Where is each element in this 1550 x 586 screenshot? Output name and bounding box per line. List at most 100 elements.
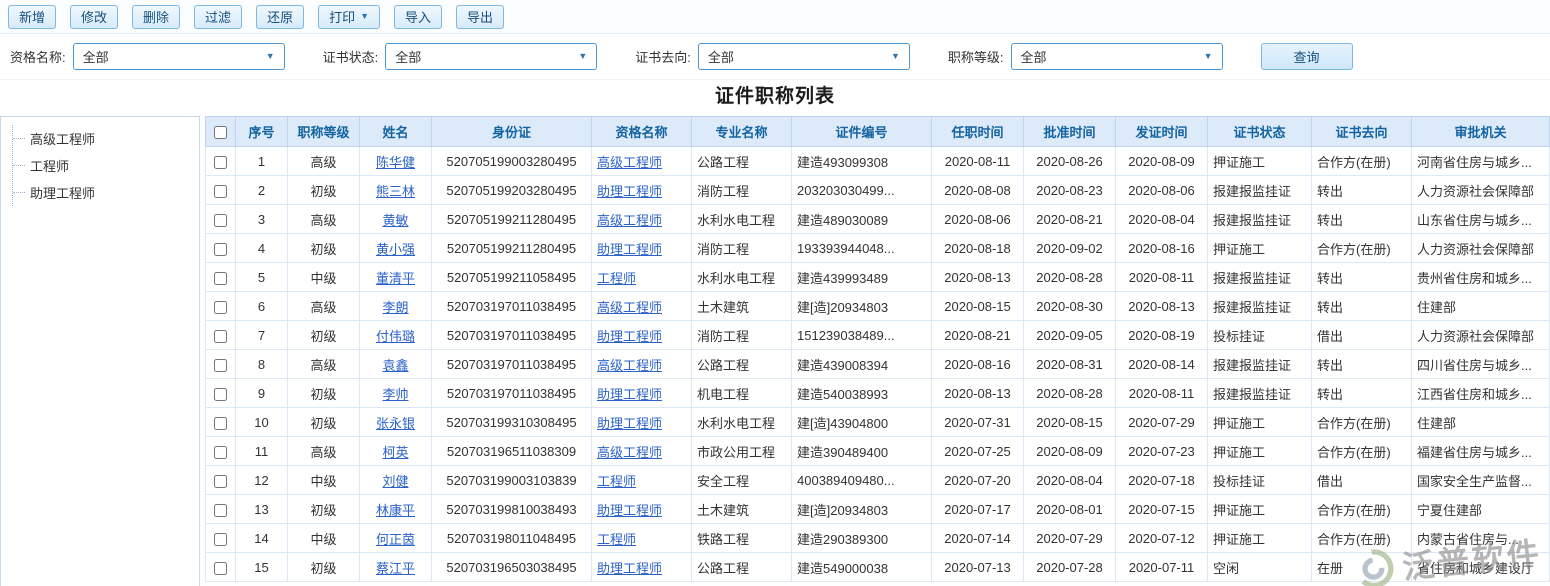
name-link[interactable]: 李帅 (382, 387, 408, 402)
row-checkbox[interactable] (214, 562, 227, 575)
cell-cert-direction: 合作方(在册) (1312, 147, 1412, 176)
cell-approval-authority: 内蒙古省住房与... (1412, 524, 1550, 553)
cell-approval-authority: 四川省住房与城乡... (1412, 350, 1550, 379)
cell-approval-date: 2020-07-29 (1024, 524, 1116, 553)
row-checkbox[interactable] (214, 156, 227, 169)
cell-qualification-name: 高级工程师 (592, 147, 692, 176)
qualification-link[interactable]: 助理工程师 (597, 503, 662, 518)
column-header-specialty-name[interactable]: 专业名称 (692, 117, 792, 147)
qualification-link[interactable]: 工程师 (597, 271, 636, 286)
qualification-link[interactable]: 高级工程师 (597, 213, 662, 228)
name-link[interactable]: 熊三林 (376, 184, 415, 199)
qualification-link[interactable]: 助理工程师 (597, 387, 662, 402)
name-link[interactable]: 刘健 (382, 474, 408, 489)
qualification-link[interactable]: 助理工程师 (597, 561, 662, 576)
column-header-issue-date[interactable]: 发证时间 (1116, 117, 1208, 147)
name-link[interactable]: 林康平 (376, 503, 415, 518)
qualification-select[interactable]: 全部 ▼ (73, 43, 285, 70)
name-link[interactable]: 袁鑫 (382, 358, 408, 373)
column-header-qualification-name[interactable]: 资格名称 (592, 117, 692, 147)
cell-employment-date: 2020-08-18 (932, 234, 1024, 263)
row-checkbox[interactable] (214, 272, 227, 285)
name-link[interactable]: 李朗 (382, 300, 408, 315)
cell-issue-date: 2020-08-16 (1116, 234, 1208, 263)
column-header-index[interactable]: 序号 (236, 117, 288, 147)
add-button[interactable]: 新增 (8, 5, 56, 29)
cell-approval-date: 2020-08-28 (1024, 263, 1116, 292)
name-link[interactable]: 付伟璐 (376, 329, 415, 344)
row-checkbox[interactable] (214, 533, 227, 546)
import-button[interactable]: 导入 (394, 5, 442, 29)
column-header-employment-date[interactable]: 任职时间 (932, 117, 1024, 147)
name-link[interactable]: 何正茵 (376, 532, 415, 547)
row-checkbox[interactable] (214, 330, 227, 343)
row-checkbox[interactable] (214, 417, 227, 430)
cell-id-card: 520703196503038495 (432, 553, 592, 582)
column-header-approval-date[interactable]: 批准时间 (1024, 117, 1116, 147)
row-checkbox[interactable] (214, 475, 227, 488)
column-header-id-card[interactable]: 身份证 (432, 117, 592, 147)
name-link[interactable]: 张永银 (376, 416, 415, 431)
select-all-checkbox[interactable] (214, 126, 227, 139)
name-link[interactable]: 陈华健 (376, 155, 415, 170)
name-link[interactable]: 董清平 (376, 271, 415, 286)
filter-button[interactable]: 过滤 (194, 5, 242, 29)
column-header-name[interactable]: 姓名 (360, 117, 432, 147)
name-link[interactable]: 蔡江平 (376, 561, 415, 576)
cell-approval-date: 2020-07-28 (1024, 553, 1116, 582)
column-header-approval-authority[interactable]: 审批机关 (1412, 117, 1550, 147)
row-checkbox[interactable] (214, 214, 227, 227)
row-checkbox[interactable] (214, 301, 227, 314)
qualification-link[interactable]: 高级工程师 (597, 155, 662, 170)
name-link[interactable]: 柯英 (382, 445, 408, 460)
edit-button[interactable]: 修改 (70, 5, 118, 29)
title-level-select[interactable]: 全部 ▼ (1011, 43, 1223, 70)
qualification-link[interactable]: 工程师 (597, 532, 636, 547)
delete-button[interactable]: 删除 (132, 5, 180, 29)
column-header-cert-direction[interactable]: 证书去向 (1312, 117, 1412, 147)
qualification-link[interactable]: 助理工程师 (597, 416, 662, 431)
tree-branch-line (13, 165, 25, 166)
column-header-cert-status[interactable]: 证书状态 (1208, 117, 1312, 147)
search-button[interactable]: 查询 (1261, 43, 1353, 70)
cell-cert-number: 建造439008394 (792, 350, 932, 379)
name-link[interactable]: 黄小强 (376, 242, 415, 257)
tree-item-1[interactable]: 工程师 (13, 152, 195, 179)
qualification-link[interactable]: 高级工程师 (597, 445, 662, 460)
cell-cert-direction: 借出 (1312, 466, 1412, 495)
export-button[interactable]: 导出 (456, 5, 504, 29)
qualification-link[interactable]: 工程师 (597, 474, 636, 489)
cell-cert-status: 投标挂证 (1208, 466, 1312, 495)
qualification-link[interactable]: 助理工程师 (597, 242, 662, 257)
name-link[interactable]: 黄敏 (382, 213, 408, 228)
table-row: 4初级黄小强520705199211280495助理工程师消防工程1933939… (206, 234, 1550, 263)
qualification-select-value: 全部 (83, 47, 109, 66)
restore-button[interactable]: 还原 (256, 5, 304, 29)
tree-item-0[interactable]: 高级工程师 (13, 125, 195, 152)
row-checkbox[interactable] (214, 504, 227, 517)
cert-status-select[interactable]: 全部 ▼ (385, 43, 597, 70)
column-header-title-level[interactable]: 职称等级 (288, 117, 360, 147)
row-checkbox[interactable] (214, 359, 227, 372)
cell-qualification-name: 助理工程师 (592, 234, 692, 263)
row-checkbox[interactable] (214, 388, 227, 401)
row-checkbox[interactable] (214, 446, 227, 459)
print-button[interactable]: 打印 ▼ (318, 5, 380, 29)
cell-approval-date: 2020-08-09 (1024, 437, 1116, 466)
row-checkbox[interactable] (214, 243, 227, 256)
cell-qualification-name: 高级工程师 (592, 205, 692, 234)
cell-approval-date: 2020-08-21 (1024, 205, 1116, 234)
qualification-link[interactable]: 助理工程师 (597, 329, 662, 344)
cell-employment-date: 2020-07-17 (932, 495, 1024, 524)
table-row: 7初级付伟璐520703197011038495助理工程师消防工程1512390… (206, 321, 1550, 350)
column-header-cert-number[interactable]: 证件编号 (792, 117, 932, 147)
tree-item-2[interactable]: 助理工程师 (13, 179, 195, 206)
row-checkbox-cell (206, 147, 236, 176)
row-checkbox[interactable] (214, 185, 227, 198)
cert-direction-select[interactable]: 全部 ▼ (698, 43, 910, 70)
qualification-link[interactable]: 高级工程师 (597, 358, 662, 373)
filter-group-title-level: 职称等级: 全部 ▼ (948, 43, 1223, 70)
qualification-link[interactable]: 高级工程师 (597, 300, 662, 315)
cell-cert-number: 400389409480... (792, 466, 932, 495)
qualification-link[interactable]: 助理工程师 (597, 184, 662, 199)
